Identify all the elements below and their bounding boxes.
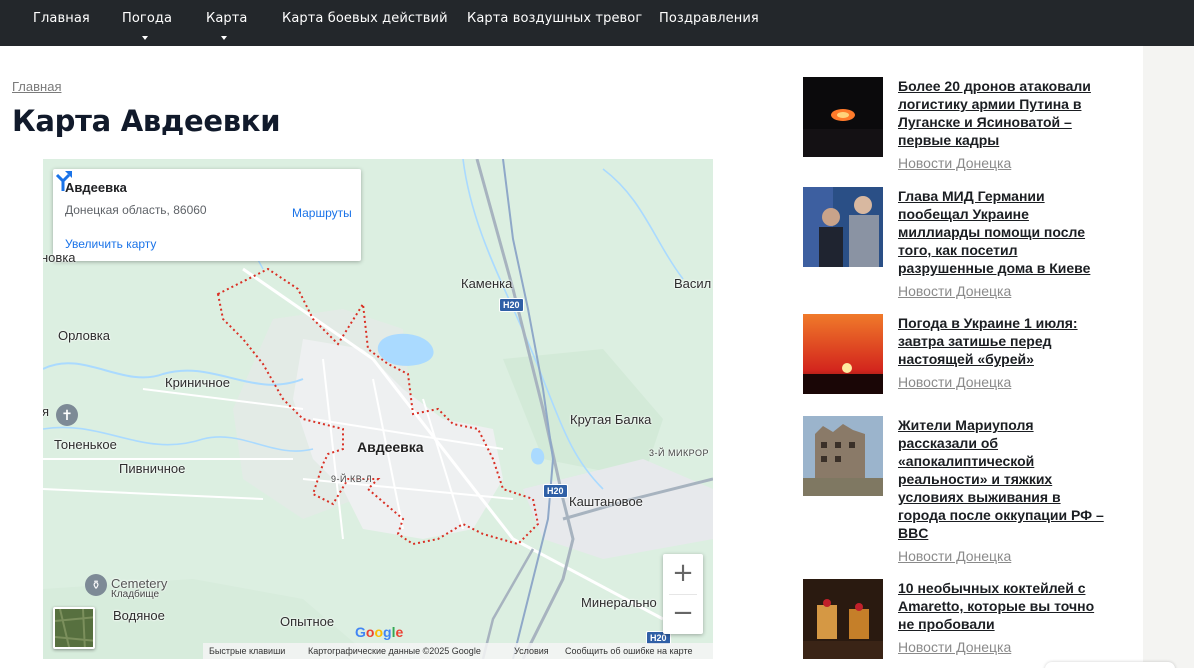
map-label-place: Васил [674,276,712,291]
zoom-out-button[interactable]: − [663,594,703,634]
place-info-card: Авдеевка Донецкая область, 86060 Увеличи… [53,169,361,261]
road-shield-h20: H20 [499,298,524,312]
map-label-district: 3-Й МИКРОР [649,448,709,458]
news-source-link[interactable]: Новости Донецка [898,548,1011,564]
fire-night-image [803,77,883,157]
church-icon: ✝ [56,404,78,426]
map-label-place: новка [43,250,76,265]
map-label-place: Минерально [581,595,657,610]
directions-icon[interactable] [53,169,73,191]
news-thumbnail[interactable] [803,77,883,157]
map-label-place: Пивничное [119,461,186,476]
news-source-link[interactable]: Новости Донецка [898,639,1011,655]
sunset-image [803,314,883,394]
ruined-building-image [803,416,883,496]
map-label-district: 9-Й КВ-Л [331,474,373,484]
keyboard-shortcuts-link[interactable]: Быстрые клавиши [209,646,285,656]
satellite-preview-icon [55,609,93,647]
news-title-link[interactable]: Жители Мариуполя рассказали об «апокалип… [898,416,1108,542]
top-navigation: Главная Погода Карта Карта боевых действ… [0,0,1194,46]
map-label-poi: Кладбище [111,589,160,600]
news-thumbnail[interactable] [803,314,883,394]
zoom-in-button[interactable]: + [663,554,703,594]
chevron-down-icon[interactable] [142,36,148,40]
floating-widget[interactable] [1045,662,1175,668]
map-label-place: Крутая Балка [570,412,652,427]
satellite-toggle-button[interactable] [53,607,95,649]
news-source-link[interactable]: Новости Донецка [898,155,1011,171]
nav-item-battle-map[interactable]: Карта боевых действий [282,0,448,46]
map-label-place: Орловка [58,328,110,343]
map-label-place: Водяное [113,608,165,623]
map-attribution: Быстрые клавиши Картографические данные … [203,643,713,659]
cemetery-icon: ⚱ [85,574,107,596]
news-title-link[interactable]: Погода в Украине 1 июля: завтра затишье … [898,314,1108,368]
place-name: Авдеевка [65,180,127,195]
report-error-link[interactable]: Сообщить об ошибке на карте [565,646,692,656]
map-label-city: Авдеевка [357,439,424,455]
map-label-place: Каменка [461,276,513,291]
zoom-controls: + − [663,554,703,634]
page-title: Карта Авдеевки [12,104,281,138]
map-label-place: Тоненькое [54,437,117,452]
terms-link[interactable]: Условия [514,646,549,656]
news-thumbnail[interactable] [803,579,883,659]
map-data-credit: Картографические данные ©2025 Google [308,646,481,656]
news-source-link[interactable]: Новости Донецка [898,283,1011,299]
news-title-link[interactable]: Более 20 дронов атаковали логистику арми… [898,77,1108,149]
directions-link[interactable]: Маршруты [292,206,352,220]
map-label-place: я [43,404,50,419]
news-thumbnail[interactable] [803,187,883,267]
chevron-down-icon[interactable] [221,36,227,40]
nav-item-greetings[interactable]: Поздравления [659,0,759,46]
page-gutter [1143,46,1194,668]
place-address: Донецкая область, 86060 [65,203,207,217]
map-label-place: Криничное [165,375,230,390]
people-photo-image [803,187,883,267]
cocktails-image [803,579,883,659]
news-title-link[interactable]: Глава МИД Германии пообещал Украине милл… [898,187,1108,277]
nav-item-home[interactable]: Главная [33,0,90,46]
map-label-place: Каштановое [569,494,643,509]
news-source-link[interactable]: Новости Донецка [898,374,1011,390]
breadcrumb-home[interactable]: Главная [12,79,61,94]
google-logo: Google [355,624,404,640]
nav-item-air-alert-map[interactable]: Карта воздушных тревог [467,0,642,46]
news-title-link[interactable]: 10 необычных коктейлей с Amaretto, котор… [898,579,1108,633]
google-map[interactable]: Авдеевка Донецкая область, 86060 Увеличи… [43,159,713,659]
map-label-place: Опытное [280,614,335,629]
news-thumbnail[interactable] [803,416,883,496]
road-shield-h20: H20 [543,484,568,498]
enlarge-map-link[interactable]: Увеличить карту [65,237,156,251]
